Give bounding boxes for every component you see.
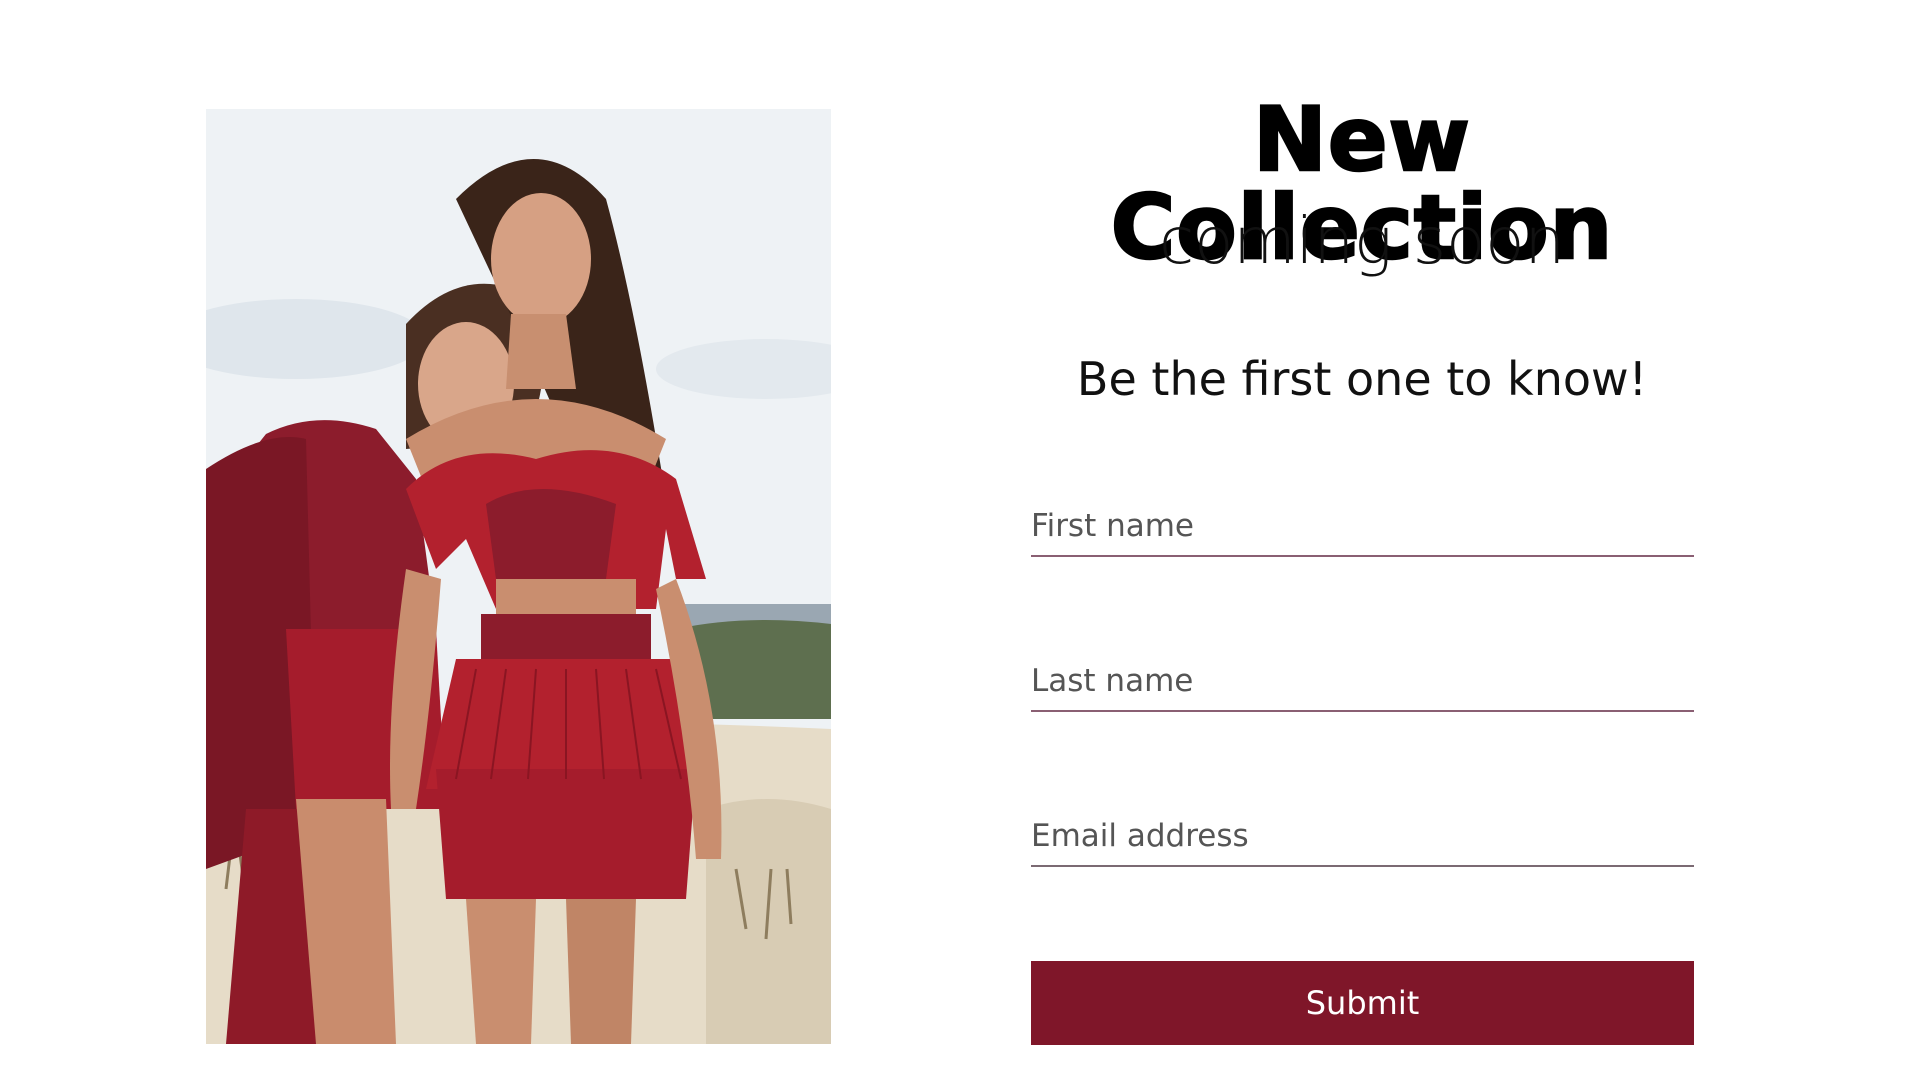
submit-button[interactable]: Submit [1031,961,1694,1045]
first-name-input[interactable] [1031,497,1694,555]
first-name-field [1031,497,1694,557]
email-input[interactable] [1031,807,1694,865]
hero-photo [206,109,831,1044]
tagline: Be the first one to know! [1076,352,1648,406]
last-name-input[interactable] [1031,652,1694,710]
email-field [1031,807,1694,867]
page: New Collection coming soon Be the first … [0,0,1920,1080]
page-subtitle: coming soon [1159,205,1565,279]
last-name-field [1031,652,1694,712]
